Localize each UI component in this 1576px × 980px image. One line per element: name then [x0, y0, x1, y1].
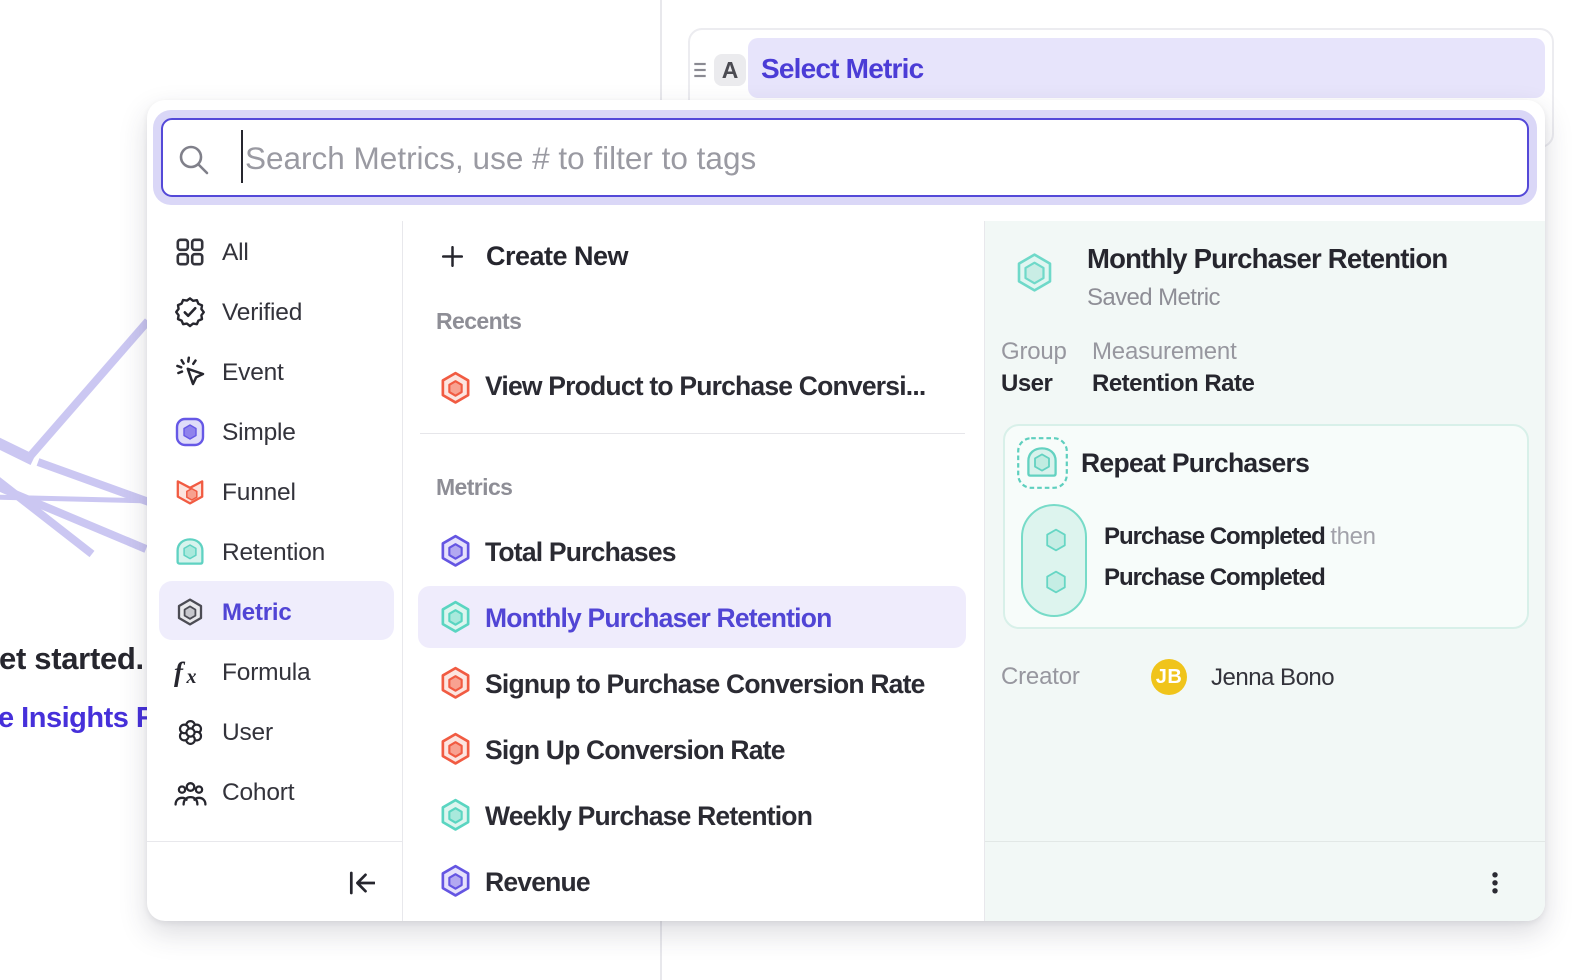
svg-text:f: f: [174, 657, 186, 687]
svg-text:x: x: [186, 666, 197, 687]
